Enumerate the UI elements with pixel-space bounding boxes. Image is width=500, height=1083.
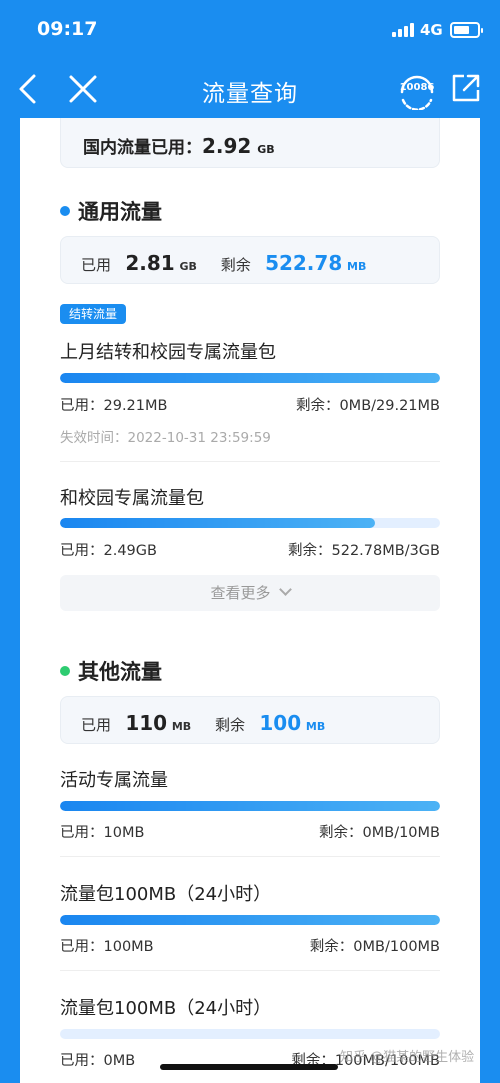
domestic-usage-card: 国内流量已用：2.92 GB: [60, 118, 440, 168]
chevron-down-icon: [278, 583, 292, 596]
flow-remain: 剩余：0MB/100MB: [309, 939, 440, 955]
flow-used: 已用：10MB: [60, 825, 145, 841]
customer-service-button[interactable]: 10086: [396, 68, 438, 111]
flow-remain: 剩余：0MB/29.21MB: [295, 398, 440, 414]
battery-icon: [450, 22, 483, 38]
used-value: 110: [125, 711, 168, 735]
flow-used: 已用：2.49GB: [60, 543, 157, 559]
used-unit: MB: [171, 720, 192, 733]
flow-remain: 剩余：0MB/10MB: [319, 825, 440, 841]
flow-progress-bar: [60, 915, 440, 925]
network-type: 4G: [420, 21, 443, 39]
domestic-usage: 国内流量已用：2.92 GB: [83, 133, 275, 158]
general-usage-card: 已用 2.81 GB 剩余 522.78 MB: [60, 236, 440, 284]
general-title: 通用流量: [78, 200, 162, 224]
remain-label: 剩余: [215, 716, 246, 734]
progress-fill: [60, 373, 440, 383]
view-more-label: 查看更多: [210, 584, 271, 602]
blue-dot-icon: [60, 206, 70, 216]
remain-label: 剩余: [220, 256, 251, 274]
other-usage-row: 已用 110 MB 剩余 100 MB: [81, 711, 325, 735]
remain-unit: MB: [305, 720, 326, 733]
flow-progress-bar: [60, 1029, 440, 1039]
remain-unit: MB: [347, 260, 367, 273]
status-bar: 09:17 4G: [0, 0, 500, 60]
used-label: 已用: [81, 716, 112, 734]
used-unit: GB: [179, 260, 197, 273]
flow-remain: 剩余：522.78MB/3GB: [288, 543, 440, 559]
flow-progress-bar: [60, 373, 440, 383]
flow-item-title: 和校园专属流量包: [60, 488, 204, 509]
divider: [60, 856, 440, 857]
other-title: 其他流量: [78, 660, 162, 684]
view-more-button[interactable]: 查看更多: [60, 575, 440, 611]
share-icon: [452, 74, 480, 102]
general-section-title: 通用流量: [60, 196, 162, 226]
carryover-badge: 结转流量: [60, 304, 126, 324]
flow-item-title: 流量包100MB（24小时）: [60, 884, 272, 905]
service-number: 10086: [399, 82, 435, 93]
flow-item-title: 活动专属流量: [60, 770, 168, 791]
domestic-value: 2.92: [202, 134, 252, 158]
divider: [60, 461, 440, 462]
home-indicator[interactable]: [160, 1064, 338, 1070]
flow-progress-bar: [60, 801, 440, 811]
share-button[interactable]: [450, 72, 482, 104]
flow-item-title: 流量包100MB（24小时）: [60, 998, 272, 1019]
flow-used: 已用：0MB: [60, 1053, 136, 1069]
progress-fill: [60, 915, 440, 925]
watermark: 知乎 @猫某的野生体验: [340, 1050, 475, 1065]
other-section-title: 其他流量: [60, 656, 162, 686]
flow-expire: 失效时间：2022-10-31 23:59:59: [60, 430, 271, 446]
divider: [60, 970, 440, 971]
signal-icon: [392, 23, 414, 37]
used-label: 已用: [81, 256, 112, 274]
other-usage-card: 已用 110 MB 剩余 100 MB: [60, 696, 440, 744]
flow-progress-bar: [60, 518, 440, 528]
nav-bar: 流量查询 10086: [0, 60, 500, 118]
domestic-unit: GB: [257, 143, 275, 156]
progress-fill: [60, 801, 440, 811]
flow-used: 已用：100MB: [60, 939, 154, 955]
remain-value: 100: [259, 711, 302, 735]
progress-fill: [60, 518, 376, 528]
flow-used: 已用：29.21MB: [60, 398, 168, 414]
content-panel: 国内流量已用：2.92 GB 通用流量 已用 2.81 GB 剩余 522.78…: [20, 118, 480, 1083]
used-value: 2.81: [125, 251, 175, 275]
general-usage-row: 已用 2.81 GB 剩余 522.78 MB: [81, 251, 366, 275]
flow-item-title: 上月结转和校园专属流量包: [60, 342, 276, 363]
domestic-label: 国内流量已用：: [83, 138, 202, 158]
remain-value: 522.78: [265, 251, 343, 275]
green-dot-icon: [60, 666, 70, 676]
status-time: 09:17: [37, 18, 98, 40]
